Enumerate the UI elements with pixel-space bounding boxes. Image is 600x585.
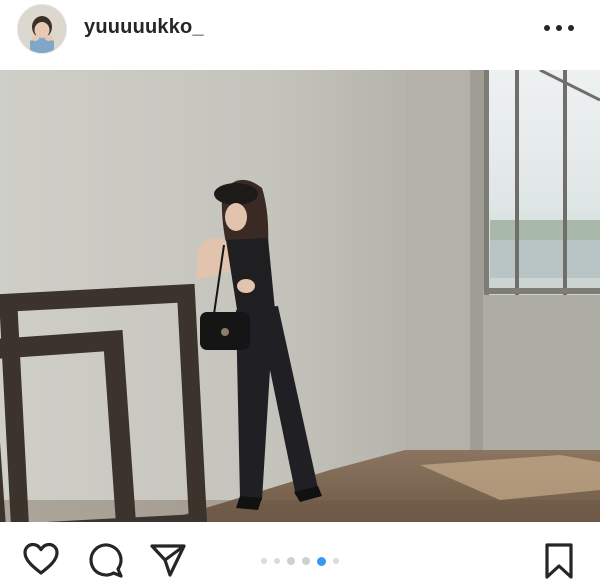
- more-dot: [568, 25, 574, 31]
- carousel-indicator: [0, 556, 600, 566]
- carousel-dot-active: [317, 556, 326, 566]
- avatar[interactable]: [17, 4, 67, 54]
- action-bar: [0, 522, 600, 582]
- more-dot: [556, 25, 562, 31]
- avatar-image: [18, 5, 66, 53]
- more-dot: [544, 25, 550, 31]
- more-options-icon[interactable]: [544, 14, 574, 42]
- carousel-dot: [274, 558, 280, 564]
- post-header: yuuuuukko_: [0, 0, 600, 70]
- carousel-dot: [287, 557, 295, 565]
- bookmark-icon[interactable]: [544, 542, 574, 585]
- carousel-dot: [302, 557, 310, 565]
- username[interactable]: yuuuuukko_: [84, 16, 204, 39]
- photo-image: [0, 70, 600, 522]
- post-photo[interactable]: [0, 70, 600, 522]
- carousel-dot: [333, 558, 339, 564]
- carousel-dot: [261, 558, 267, 564]
